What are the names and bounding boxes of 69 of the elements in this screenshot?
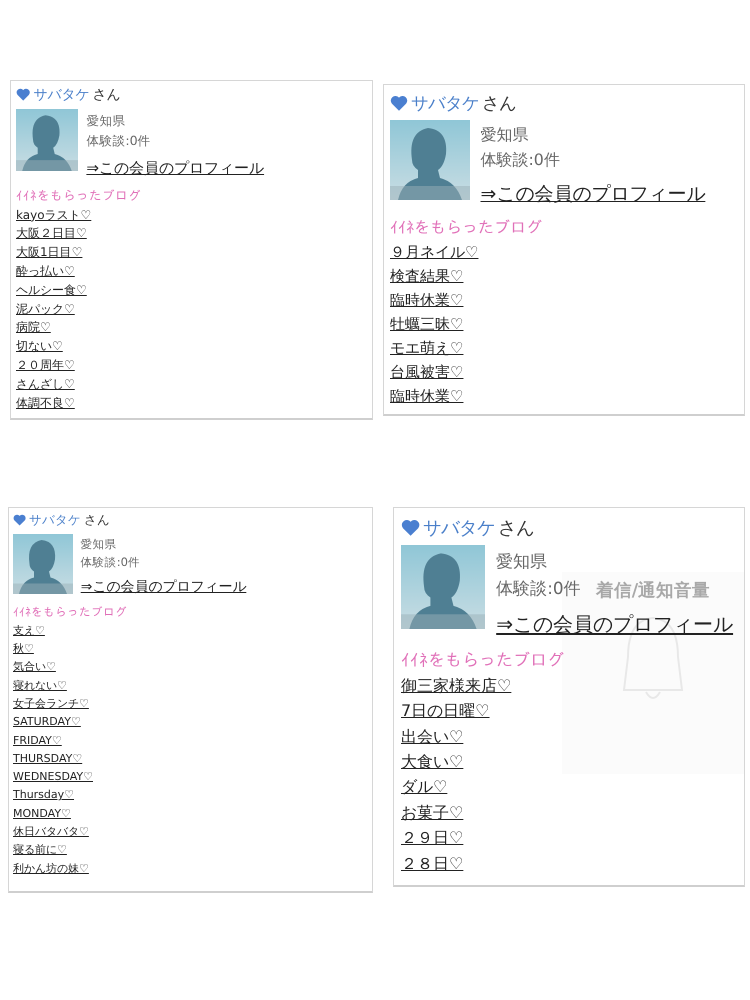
blog-link[interactable]: ヘルシー食♡ [16,280,87,300]
blog-link[interactable]: FRIDAY♡ [13,732,62,750]
prefecture: 愛知県 [480,124,528,146]
blog-link[interactable]: 大阪２日目♡ [16,224,87,244]
heart-icon [401,518,420,536]
blog-link[interactable]: 休日バタバタ♡ [13,823,89,842]
blog-link[interactable]: 気合い♡ [13,658,56,677]
review-count: 体験談:0件 [80,555,140,570]
section-title: ｲｲﾈをもらったブログ [13,604,128,619]
blog-link[interactable]: 御三家様来店♡ [401,672,512,698]
blog-link[interactable]: 大食い♡ [401,749,464,774]
blog-link[interactable]: THURSDAY♡ [13,750,82,768]
blog-link[interactable]: 台風被害♡ [390,360,464,384]
blog-link[interactable]: 検査結果♡ [390,264,464,288]
review-count: 体験談:0件 [86,132,151,150]
blog-link[interactable]: 寝れない♡ [13,676,67,695]
honorific: さん [498,517,534,540]
blog-link[interactable]: MONDAY♡ [13,804,71,824]
blog-link[interactable]: Thursday♡ [13,786,74,805]
blog-link[interactable]: ダル♡ [401,774,448,800]
honorific: さん [84,512,110,529]
profile-link[interactable]: ⇒この会員のプロフィール [80,578,246,596]
blog-link[interactable]: モエ萌え♡ [390,336,464,360]
blog-link[interactable]: 酔っ払い♡ [16,262,75,281]
review-count: 体験談:0件 [496,577,581,600]
blog-link[interactable]: 利かん坊の妹♡ [13,860,89,878]
profile-link[interactable]: ⇒この会員のプロフィール [480,181,706,208]
overlay-title: 着信/通知音量 [596,580,710,602]
profile-link[interactable]: ⇒この会員のプロフィール [496,611,734,638]
blog-link[interactable]: 7日の日曜♡ [401,698,490,724]
section-title: ｲｲﾈをもらったブログ [401,650,565,670]
blog-link[interactable]: 泥パック♡ [16,300,75,318]
user-name[interactable]: サバタケ [29,512,82,529]
blog-link[interactable]: お菓子♡ [401,800,464,826]
blog-link[interactable]: 牡蠣三昧♡ [390,312,464,336]
heart-icon [13,514,26,527]
blog-link[interactable]: 出会い♡ [401,724,464,750]
blog-link[interactable]: 臨時休業♡ [390,288,464,312]
blog-link[interactable]: ２０周年♡ [16,356,75,375]
prefecture: 愛知県 [496,550,548,574]
blog-link[interactable]: ９月ネイル♡ [390,240,478,264]
section-title: ｲｲﾈをもらったブログ [390,218,543,238]
honorific: さん [92,86,120,104]
user-name[interactable]: サバタケ [411,91,479,115]
prefecture: 愛知県 [86,112,126,130]
blog-link[interactable]: 支え♡ [13,622,45,640]
prefecture: 愛知県 [80,537,117,552]
blog-link[interactable]: 秋♡ [13,640,34,658]
blog-link[interactable]: 病院♡ [16,318,51,338]
blog-link[interactable]: kayoラスト♡ [16,206,92,224]
blog-link[interactable]: 体調不良♡ [16,394,75,412]
user-name[interactable]: サバタケ [33,86,90,104]
blog-link[interactable]: 女子会ランチ♡ [13,695,89,714]
blog-link[interactable]: 寝る前に♡ [13,841,67,860]
blog-link[interactable]: さんざし♡ [16,374,75,394]
blog-link[interactable]: WEDNESDAY♡ [13,768,93,786]
honorific: さん [482,93,516,115]
user-name[interactable]: サバタケ [423,515,496,540]
blog-link[interactable]: 切ない♡ [16,337,63,356]
review-count: 体験談:0件 [480,150,560,171]
blog-link[interactable]: 臨時休業♡ [390,384,464,408]
section-title: ｲｲﾈをもらったブログ [16,188,142,203]
blog-link[interactable]: ２９日♡ [401,825,464,851]
blog-link[interactable]: 大阪1日目♡ [16,243,82,262]
profile-link[interactable]: ⇒この会員のプロフィール [86,158,264,178]
blog-link[interactable]: SATURDAY♡ [13,713,81,732]
heart-icon [16,88,30,102]
blog-link[interactable]: ２８日♡ [401,850,464,876]
heart-icon [390,94,408,112]
